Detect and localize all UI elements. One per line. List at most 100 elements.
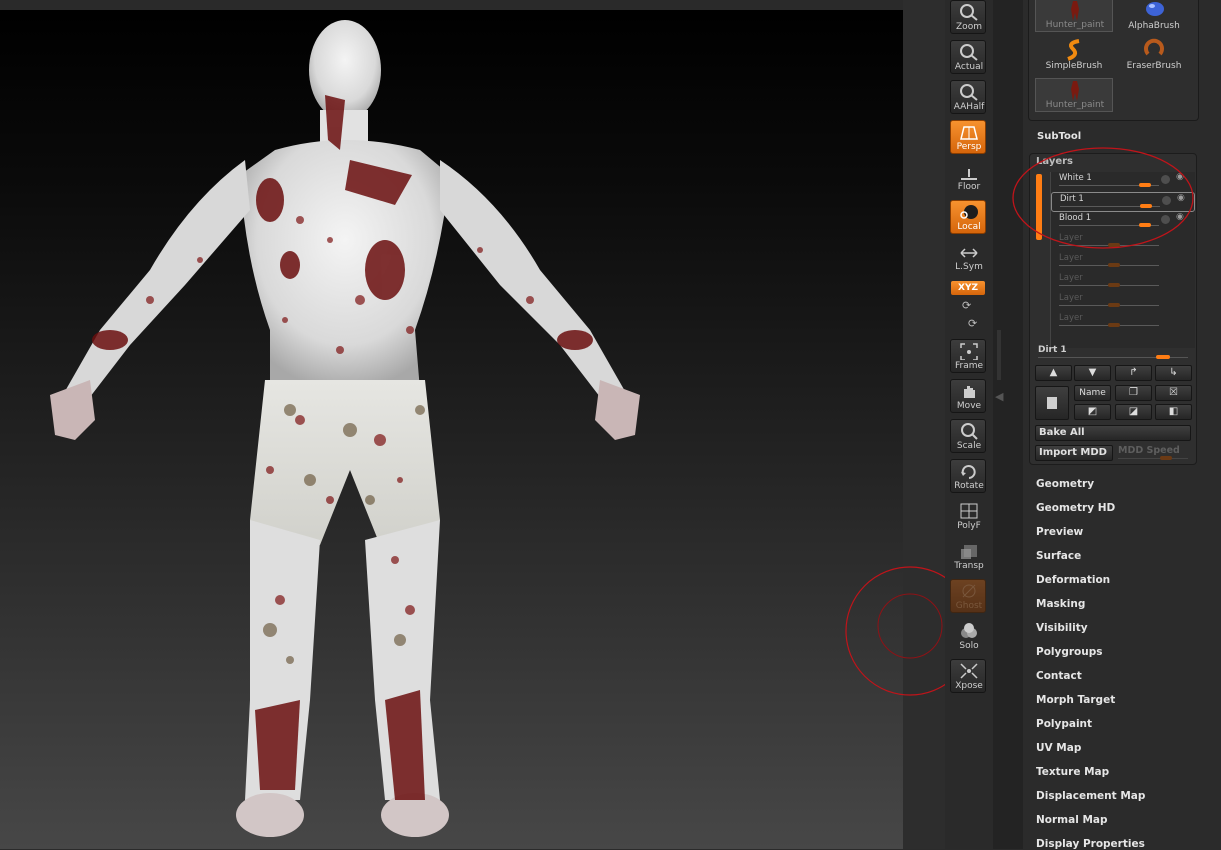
- ghost-label: Ghost: [955, 601, 983, 611]
- ghost-button[interactable]: Ghost: [950, 579, 986, 613]
- arrow-down-icon: ▼: [1088, 367, 1097, 378]
- local-icon: [960, 205, 978, 219]
- layer-name: Layer: [1059, 313, 1083, 323]
- ghost-icon: [962, 584, 976, 598]
- layer-intensity-knob: [1108, 303, 1120, 307]
- split-layer-button[interactable]: ◪: [1115, 404, 1152, 420]
- floor-button[interactable]: Floor: [950, 160, 986, 194]
- menu-preview[interactable]: Preview: [1036, 526, 1083, 538]
- mdd-speed-label: MDD Speed: [1118, 445, 1180, 456]
- brush-label: Hunter_paint: [1045, 100, 1105, 110]
- merge-down-button[interactable]: ◩: [1074, 404, 1111, 420]
- mdd-speed-knob[interactable]: [1160, 456, 1172, 460]
- palette-divider[interactable]: ◀: [993, 0, 1023, 849]
- local-button[interactable]: Local: [950, 200, 986, 234]
- current-layer-intensity-knob[interactable]: [1156, 355, 1170, 359]
- zombie-model[interactable]: [0, 10, 903, 849]
- layer-options-button[interactable]: ◧: [1155, 404, 1192, 420]
- menu-uv-map[interactable]: UV Map: [1036, 742, 1081, 754]
- rotate-y-icon[interactable]: ⟳: [962, 299, 971, 312]
- annotation-circle: [845, 566, 950, 696]
- rename-layer-button[interactable]: Name: [1074, 385, 1111, 401]
- arrow-bend-right-icon: ↱: [1129, 367, 1138, 378]
- lsym-label: L.Sym: [955, 262, 983, 272]
- polyframe-icon: [960, 503, 978, 519]
- right-shelf: Zoom Actual AAHalf Persp Floor Local L.S…: [945, 0, 993, 849]
- aahalf-label: AAHalf: [953, 102, 985, 112]
- divider-handle[interactable]: [997, 330, 1001, 380]
- delete-layer-button[interactable]: ☒: [1155, 385, 1192, 401]
- aahalf-icon: [960, 84, 978, 101]
- zoom-button[interactable]: Zoom: [950, 0, 986, 34]
- document-canvas[interactable]: [0, 10, 903, 849]
- menu-displacement-map[interactable]: Displacement Map: [1036, 790, 1145, 802]
- duplicate-layer-button[interactable]: ❐: [1115, 385, 1152, 401]
- persp-button[interactable]: Persp: [950, 120, 986, 154]
- xpose-button[interactable]: Xpose: [950, 659, 986, 693]
- layer-name: Layer: [1059, 293, 1083, 303]
- layer-row-empty[interactable]: Layer: [1051, 272, 1195, 292]
- brush-label: SimpleBrush: [1045, 61, 1103, 71]
- scale-button[interactable]: Scale: [950, 419, 986, 453]
- collapse-arrow-icon[interactable]: ◀: [995, 390, 1003, 403]
- new-layer-button[interactable]: [1035, 386, 1069, 420]
- lsym-button[interactable]: L.Sym: [950, 240, 986, 274]
- menu-geometry[interactable]: Geometry: [1036, 478, 1094, 490]
- actual-button[interactable]: Actual: [950, 40, 986, 74]
- brush-thumb-eraser[interactable]: EraserBrush: [1115, 38, 1193, 72]
- layer-row-empty[interactable]: Layer: [1051, 292, 1195, 312]
- canvas-top-strip: [0, 0, 903, 10]
- move-layer-up-button[interactable]: ▲: [1035, 365, 1072, 381]
- move-layer-down-button[interactable]: ▼: [1074, 365, 1111, 381]
- brush-thumb-simple[interactable]: SimpleBrush: [1035, 38, 1113, 72]
- menu-texture-map[interactable]: Texture Map: [1036, 766, 1109, 778]
- actual-label: Actual: [954, 62, 984, 72]
- brush-thumb-alpha[interactable]: AlphaBrush: [1115, 0, 1193, 32]
- import-mdd-button[interactable]: Import MDD: [1035, 445, 1113, 461]
- zoom-label: Zoom: [956, 22, 982, 32]
- move-hand-icon: [964, 386, 975, 398]
- merge-down-icon: ◩: [1087, 406, 1098, 417]
- layer-transfer-up-button[interactable]: ↱: [1115, 365, 1152, 381]
- xyz-button[interactable]: XYZ: [951, 281, 985, 295]
- delete-icon: ☒: [1169, 387, 1178, 398]
- solo-button[interactable]: Solo: [950, 619, 986, 653]
- alpha-brush-icon: [1146, 2, 1164, 16]
- layer-name: Layer: [1059, 273, 1083, 283]
- menu-visibility[interactable]: Visibility: [1036, 622, 1088, 634]
- local-symmetry-icon: [960, 248, 978, 258]
- layer-transfer-down-button[interactable]: ↳: [1155, 365, 1192, 381]
- menu-surface[interactable]: Surface: [1036, 550, 1081, 562]
- menu-polygroups[interactable]: Polygroups: [1036, 646, 1103, 658]
- aahalf-button[interactable]: AAHalf: [950, 80, 986, 114]
- brush-thumb-hunter[interactable]: Hunter_paint: [1035, 78, 1113, 112]
- rotate-z-icon[interactable]: ⟳: [968, 317, 977, 330]
- transp-button[interactable]: Transp: [950, 539, 986, 573]
- brush-label: EraserBrush: [1126, 61, 1182, 71]
- floor-label: Floor: [957, 182, 981, 192]
- brush-thumb-hunter-top[interactable]: Hunter_paint: [1035, 0, 1113, 32]
- menu-display-properties[interactable]: Display Properties: [1036, 838, 1145, 850]
- rotate-button[interactable]: Rotate: [950, 459, 986, 493]
- frame-button[interactable]: Frame: [950, 339, 986, 373]
- menu-polypaint[interactable]: Polypaint: [1036, 718, 1092, 730]
- layer-row-empty[interactable]: Layer: [1051, 312, 1195, 332]
- zoom-icon: [960, 4, 978, 21]
- move-button[interactable]: Move: [950, 379, 986, 413]
- menu-normal-map[interactable]: Normal Map: [1036, 814, 1108, 826]
- menu-morph-target[interactable]: Morph Target: [1036, 694, 1115, 706]
- xpose-icon: [960, 663, 978, 679]
- subtool-menu[interactable]: SubTool: [1037, 131, 1081, 142]
- perspective-grid-icon: [960, 126, 978, 140]
- arrow-up-icon: ▲: [1049, 367, 1058, 378]
- polyf-button[interactable]: PolyF: [950, 499, 986, 533]
- bake-all-button[interactable]: Bake All: [1035, 425, 1191, 441]
- split-icon: ◪: [1128, 406, 1139, 417]
- menu-deformation[interactable]: Deformation: [1036, 574, 1110, 586]
- annotation-circle: [1012, 147, 1194, 249]
- menu-contact[interactable]: Contact: [1036, 670, 1082, 682]
- mdd-speed-track[interactable]: [1118, 458, 1188, 459]
- solo-label: Solo: [959, 641, 979, 651]
- menu-geometry-hd[interactable]: Geometry HD: [1036, 502, 1115, 514]
- menu-masking[interactable]: Masking: [1036, 598, 1085, 610]
